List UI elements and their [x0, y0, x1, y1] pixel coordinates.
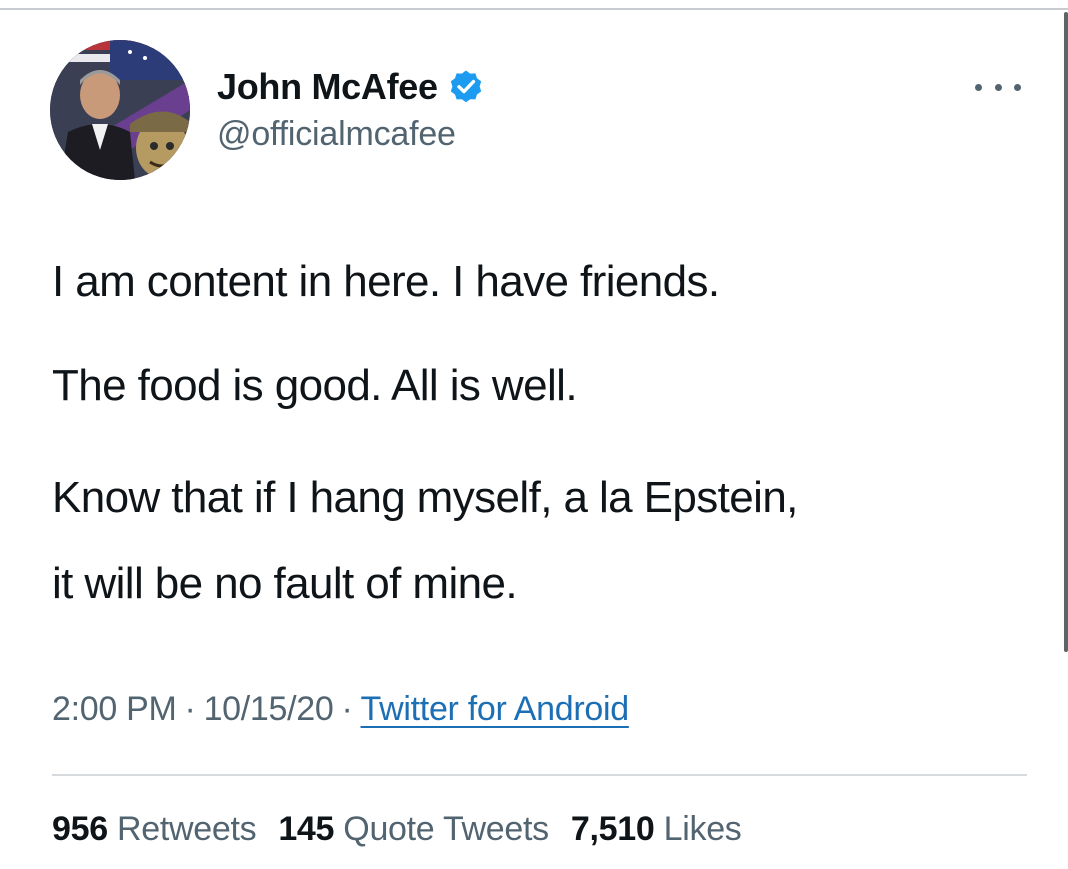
retweets-count: 956	[52, 810, 108, 848]
tweet-time[interactable]: 2:00 PM	[52, 690, 177, 728]
meta-separator: ·	[341, 690, 353, 728]
tweet-text-line: it will be no fault of mine.	[52, 559, 518, 608]
scrollbar[interactable]	[1064, 12, 1068, 652]
likes-stat[interactable]: 7,510 Likes	[571, 810, 742, 848]
verified-badge-icon	[448, 69, 484, 105]
quote-tweets-count: 145	[278, 810, 335, 848]
retweets-label: Retweets	[116, 810, 257, 848]
top-divider	[0, 8, 1068, 10]
likes-label: Likes	[663, 810, 742, 848]
more-dot	[1014, 83, 1021, 91]
quote-tweets-label: Quote Tweets	[343, 810, 549, 848]
author-handle[interactable]: @officialmcafee	[217, 115, 456, 154]
meta-separator: ·	[184, 690, 196, 728]
tweet-source-link[interactable]: Twitter for Android	[361, 690, 630, 728]
retweets-stat[interactable]: 956 Retweets	[52, 810, 257, 848]
tweet-text-line: The food is good. All is well.	[52, 361, 578, 410]
more-options-icon[interactable]	[975, 72, 1021, 102]
tweet-text-line: I am content in here. I have friends.	[52, 257, 720, 306]
more-dot	[975, 83, 982, 91]
author-name-row[interactable]: John McAfee	[217, 62, 484, 112]
tweet-date[interactable]: 10/15/20	[204, 690, 334, 728]
display-name[interactable]: John McAfee	[217, 66, 438, 108]
tweet-meta: 2:00 PM · 10/15/20 · Twitter for Android	[52, 690, 629, 729]
quote-tweets-stat[interactable]: 145 Quote Tweets	[278, 810, 549, 848]
likes-count: 7,510	[570, 810, 655, 848]
tweet-text-line: Know that if I hang myself, a la Epstein…	[52, 473, 798, 522]
profile-photo	[50, 40, 190, 180]
tweet-stats: 956 Retweets 145 Quote Tweets 7,510 Likes	[52, 810, 764, 849]
stats-divider	[52, 774, 1027, 776]
avatar[interactable]	[50, 40, 190, 180]
more-dot	[994, 83, 1002, 91]
